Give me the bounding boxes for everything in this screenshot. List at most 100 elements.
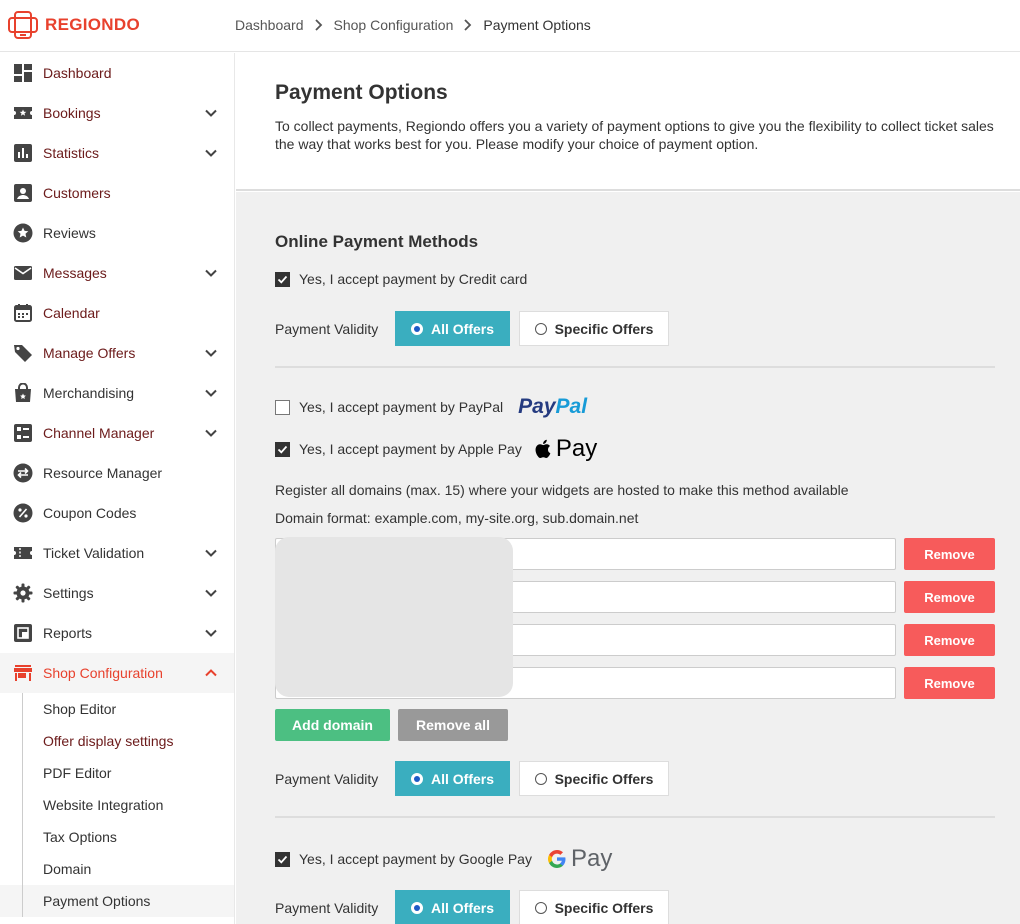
submenu-item-domain[interactable]: Domain [0,853,234,885]
payment-validity-apple-pay: Payment Validity All Offers Specific Off… [275,761,669,796]
sidebar-item-messages[interactable]: Messages [0,253,234,293]
person-icon [13,183,33,203]
chevron-down-icon[interactable] [204,546,218,560]
checkmark-icon [277,855,288,864]
sidebar-item-resource-manager[interactable]: Resource Manager [0,453,234,493]
sidebar-item-customers[interactable]: Customers [0,173,234,213]
sidebar-item-shop-configuration[interactable]: Shop Configuration [0,653,234,693]
remove-domain-button[interactable]: Remove [904,624,995,656]
remove-domain-button[interactable]: Remove [904,581,995,613]
apple-pay-logo: Pay [534,435,597,463]
google-g-icon [547,850,566,868]
sidebar-item-label: Ticket Validation [43,545,145,561]
all-offers-button[interactable]: All Offers [395,761,510,796]
chevron-down-icon[interactable] [204,346,218,360]
specific-offers-button[interactable]: Specific Offers [519,890,669,924]
radio-empty-icon [534,322,547,335]
online-payment-methods-title: Online Payment Methods [275,232,479,251]
sidebar-item-bookings[interactable]: Bookings [0,93,234,133]
sidebar-item-manage-offers[interactable]: Manage Offers [0,333,234,373]
payment-validity-label: Payment Validity [275,320,379,337]
chevron-down-icon[interactable] [204,426,218,440]
sidebar-item-settings[interactable]: Settings [0,573,234,613]
sidebar-item-statistics[interactable]: Statistics [0,133,234,173]
sidebar-item-reviews[interactable]: Reviews [0,213,234,253]
sidebar-item-label: Manage Offers [43,345,136,361]
credit-card-label: Yes, I accept payment by Credit card [299,271,528,287]
payment-validity-google-pay: Payment Validity All Offers Specific Off… [275,890,669,924]
sidebar-item-reports[interactable]: Reports [0,613,234,653]
chevron-right-icon [464,19,472,31]
all-offers-button[interactable]: All Offers [395,311,510,346]
apple-pay-logo-text: Pay [555,435,598,462]
sidebar-item-label: Settings [43,585,94,601]
all-offers-label: All Offers [430,899,494,916]
page-header: Payment Options To collect payments, Reg… [236,53,1020,191]
sidebar-item-coupon-codes[interactable]: Coupon Codes [0,493,234,533]
submenu-item-website-integration[interactable]: Website Integration [0,789,234,821]
credit-card-option: Yes, I accept payment by Credit card [275,271,527,287]
sidebar-item-ticket-validation[interactable]: Ticket Validation [0,533,234,573]
chevron-down-icon[interactable] [204,266,218,280]
checkmark-icon [277,445,288,454]
credit-card-checkbox[interactable] [275,271,290,287]
sidebar-item-label: Calendar [43,305,100,321]
checkmark-icon [277,275,288,284]
radio-empty-icon [534,772,547,785]
submenu-item-offer-display-settings[interactable]: Offer display settings [0,725,234,757]
ticket-star-icon [13,103,33,123]
apple-icon [535,439,551,458]
breadcrumb-dashboard[interactable]: Dashboard [235,17,304,33]
all-offers-label: All Offers [430,770,494,787]
remove-domain-button[interactable]: Remove [904,538,995,570]
sidebar-item-calendar[interactable]: Calendar [0,293,234,333]
breadcrumb-shop-configuration[interactable]: Shop Configuration [334,17,454,33]
chevron-down-icon[interactable] [204,626,218,640]
apple-pay-option: Yes, I accept payment by Apple Pay Pay [275,435,597,463]
calendar-icon [13,303,33,323]
sidebar-item-label: Reviews [43,225,96,241]
logo-text: REGIONDO [45,15,140,34]
payment-validity-credit-card: Payment Validity All Offers Specific Off… [275,311,669,346]
breadcrumb: Dashboard Shop Configuration Payment Opt… [235,17,591,33]
sidebar-item-merchandising[interactable]: Merchandising [0,373,234,413]
sidebar-item-label: Reports [43,625,93,641]
apple-pay-label: Yes, I accept payment by Apple Pay [299,441,522,457]
gear-icon [13,583,33,603]
shop-configuration-submenu: Shop Editor Offer display settings PDF E… [0,693,234,917]
all-offers-button[interactable]: All Offers [395,890,510,924]
sidebar-item-label: Channel Manager [43,425,155,441]
report-icon [13,623,33,643]
apple-pay-checkbox[interactable] [275,441,290,457]
paypal-checkbox[interactable] [275,399,290,415]
specific-offers-button[interactable]: Specific Offers [519,311,669,346]
specific-offers-label: Specific Offers [554,770,654,787]
payment-validity-label: Payment Validity [275,899,379,916]
google-pay-checkbox[interactable] [275,851,290,867]
remove-domain-button[interactable]: Remove [904,667,995,699]
chevron-down-icon[interactable] [204,146,218,160]
google-pay-option: Yes, I accept payment by Google Pay Pay [275,845,612,873]
chevron-up-icon[interactable] [204,666,218,680]
page-description: To collect payments, Regiondo offers you… [275,118,994,152]
all-offers-label: All Offers [430,320,494,337]
submenu-item-payment-options[interactable]: Payment Options [0,885,234,917]
submenu-item-pdf-editor[interactable]: PDF Editor [0,757,234,789]
google-pay-logo-text: Pay [570,845,613,872]
swap-icon [13,463,33,483]
chevron-down-icon[interactable] [204,106,218,120]
specific-offers-label: Specific Offers [554,899,654,916]
mail-icon [13,263,33,283]
specific-offers-button[interactable]: Specific Offers [519,761,669,796]
submenu-item-shop-editor[interactable]: Shop Editor [0,693,234,725]
radio-empty-icon [534,901,547,914]
chevron-down-icon[interactable] [204,386,218,400]
sidebar-item-channel-manager[interactable]: Channel Manager [0,413,234,453]
remove-all-button[interactable]: Remove all [398,709,508,741]
sidebar-item-dashboard[interactable]: Dashboard [0,53,234,93]
add-domain-button[interactable]: Add domain [275,709,390,741]
regiondo-logo[interactable]: REGIONDO [7,9,140,41]
ticket-icon [13,543,33,563]
chevron-down-icon[interactable] [204,586,218,600]
submenu-item-tax-options[interactable]: Tax Options [0,821,234,853]
